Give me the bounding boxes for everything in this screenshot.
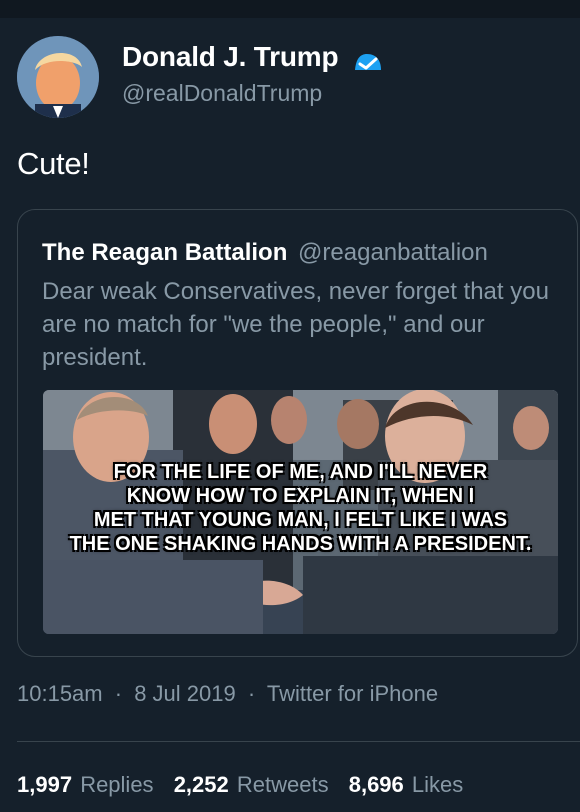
likes-label: Likes — [411, 772, 464, 797]
quoted-tweet-header: The Reagan Battalion @reaganbattalion — [42, 238, 488, 268]
overlay-line: MET THAT YOUNG MAN, I FELT LIKE I WAS — [93, 509, 508, 531]
likes-count: 8,696 — [348, 772, 404, 797]
quoted-tweet-text: Dear weak Conservatives, never forget th… — [42, 278, 549, 371]
tweet-metadata: 10:15am · 8 Jul 2019 · Twitter for iPhon… — [17, 681, 438, 707]
quoted-author-handle: @reaganbattalion — [298, 239, 488, 266]
image-overlay-caption: FOR THE LIFE OF ME, AND I'LL NEVER KNOW … — [43, 460, 558, 556]
verified-badge-icon — [351, 50, 385, 74]
quoted-tweet-card[interactable]: The Reagan Battalion @reaganbattalion De… — [17, 209, 578, 657]
quoted-author-name: The Reagan Battalion — [42, 239, 288, 266]
quoted-tweet-image[interactable]: FOR THE LIFE OF ME, AND I'LL NEVER KNOW … — [43, 390, 558, 634]
tweet-stats: 1,997 Replies 2,252 Retweets 8,696 Likes — [17, 772, 477, 798]
replies-label: Replies — [80, 772, 154, 797]
tweet-page: Donald J. Trump @realDonaldTrump Cute! T… — [0, 0, 580, 812]
tweet-source[interactable]: Twitter for iPhone — [267, 681, 438, 706]
top-divider — [0, 0, 580, 18]
avatar-image — [17, 36, 99, 118]
tweet-time[interactable]: 10:15am — [17, 681, 103, 706]
meta-separator: · — [114, 681, 123, 706]
overlay-line: FOR THE LIFE OF ME, AND I'LL NEVER — [113, 461, 488, 483]
profile-avatar[interactable] — [17, 36, 99, 118]
meta-separator: · — [247, 681, 256, 706]
overlay-line: THE ONE SHAKING HANDS WITH A PRESIDENT. — [69, 533, 532, 555]
tweet-date[interactable]: 8 Jul 2019 — [134, 681, 236, 706]
likes-stat[interactable]: 8,696 Likes — [349, 772, 464, 797]
replies-stat[interactable]: 1,997 Replies — [17, 772, 160, 797]
author-handle[interactable]: @realDonaldTrump — [122, 80, 385, 107]
overlay-line: KNOW HOW TO EXPLAIN IT, WHEN I — [126, 485, 475, 507]
retweets-stat[interactable]: 2,252 Retweets — [174, 772, 335, 797]
author-display-name[interactable]: Donald J. Trump — [122, 41, 339, 72]
tweet-text: Cute! — [17, 146, 90, 181]
stats-divider — [17, 741, 580, 742]
retweets-count: 2,252 — [173, 772, 229, 797]
replies-count: 1,997 — [17, 772, 73, 797]
retweets-label: Retweets — [236, 772, 329, 797]
author-block: Donald J. Trump @realDonaldTrump — [122, 41, 385, 107]
